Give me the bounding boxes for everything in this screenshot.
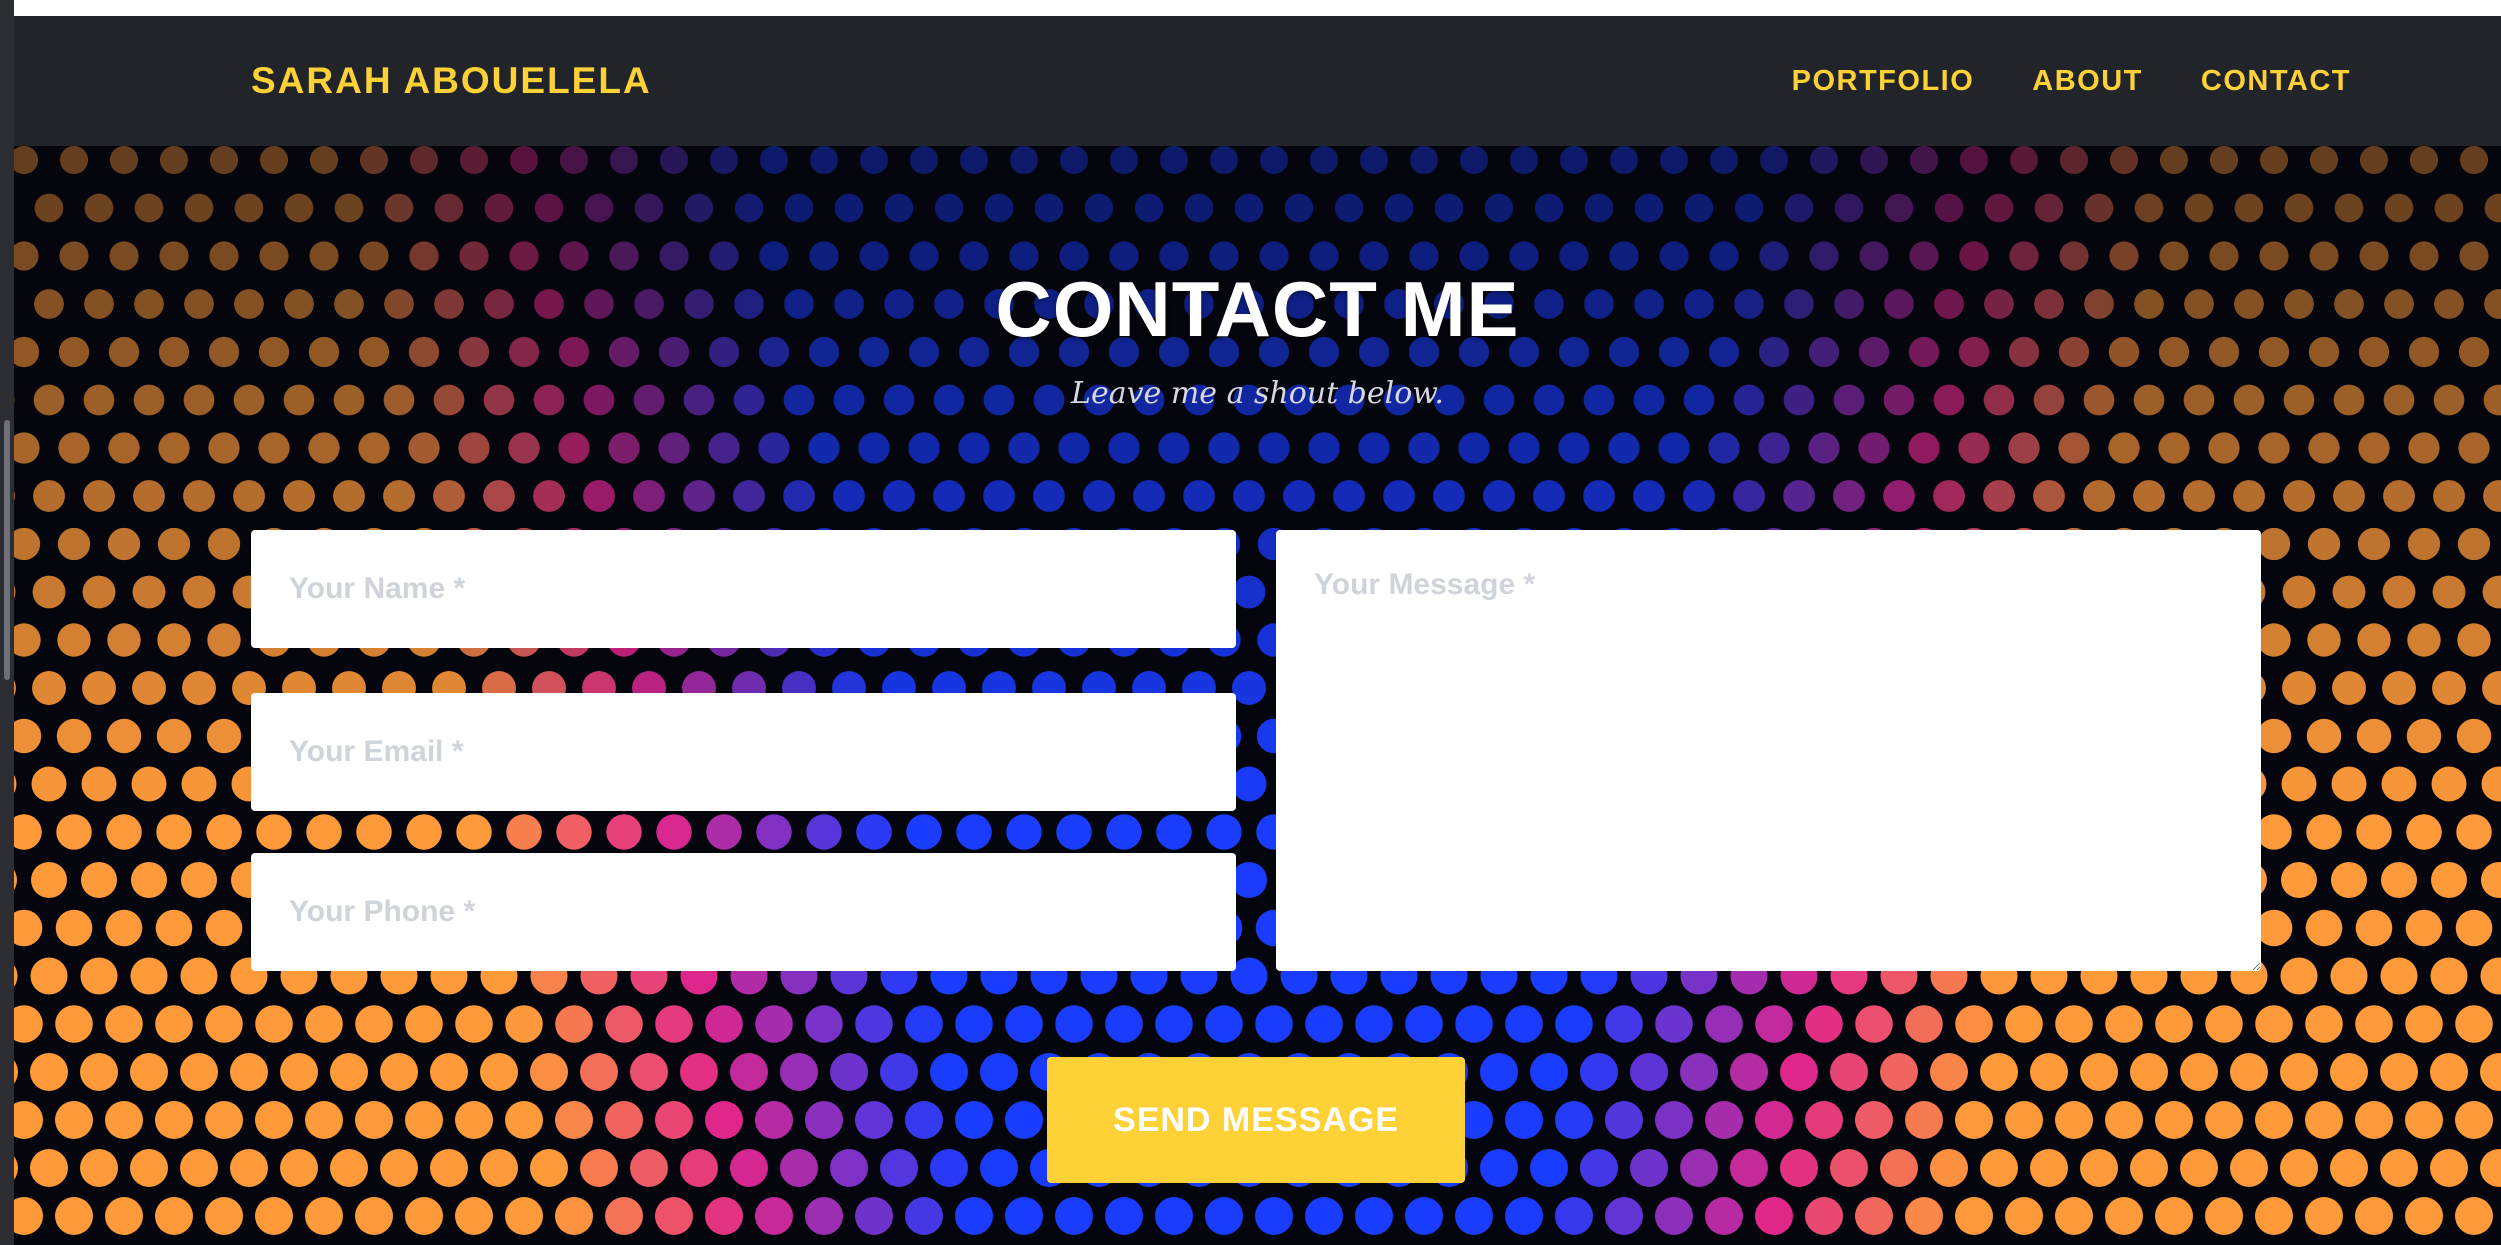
brand-logo[interactable]: SARAH ABOUELELA bbox=[251, 16, 652, 146]
email-field[interactable] bbox=[251, 693, 1236, 811]
nav-link-contact[interactable]: CONTACT bbox=[2201, 65, 2351, 98]
nav-link-portfolio[interactable]: PORTFOLIO bbox=[1792, 65, 1975, 98]
contact-section: CONTACT ME Leave me a shout below. SEND … bbox=[14, 146, 2501, 1245]
browser-top-edge bbox=[14, 0, 2501, 16]
navbar: SARAH ABOUELELA PORTFOLIO ABOUT CONTACT bbox=[14, 16, 2501, 146]
browser-left-edge bbox=[0, 0, 14, 1245]
message-field[interactable] bbox=[1276, 530, 2261, 971]
section-subtitle: Leave me a shout below. bbox=[1071, 376, 1444, 411]
send-message-button[interactable]: SEND MESSAGE bbox=[1047, 1057, 1465, 1183]
nav-link-about[interactable]: ABOUT bbox=[2032, 65, 2143, 98]
section-title: CONTACT ME bbox=[995, 265, 1520, 353]
nav-links: PORTFOLIO ABOUT CONTACT bbox=[1792, 16, 2351, 146]
phone-field[interactable] bbox=[251, 853, 1236, 971]
name-field[interactable] bbox=[251, 530, 1236, 648]
scrollbar-thumb[interactable] bbox=[4, 420, 10, 680]
